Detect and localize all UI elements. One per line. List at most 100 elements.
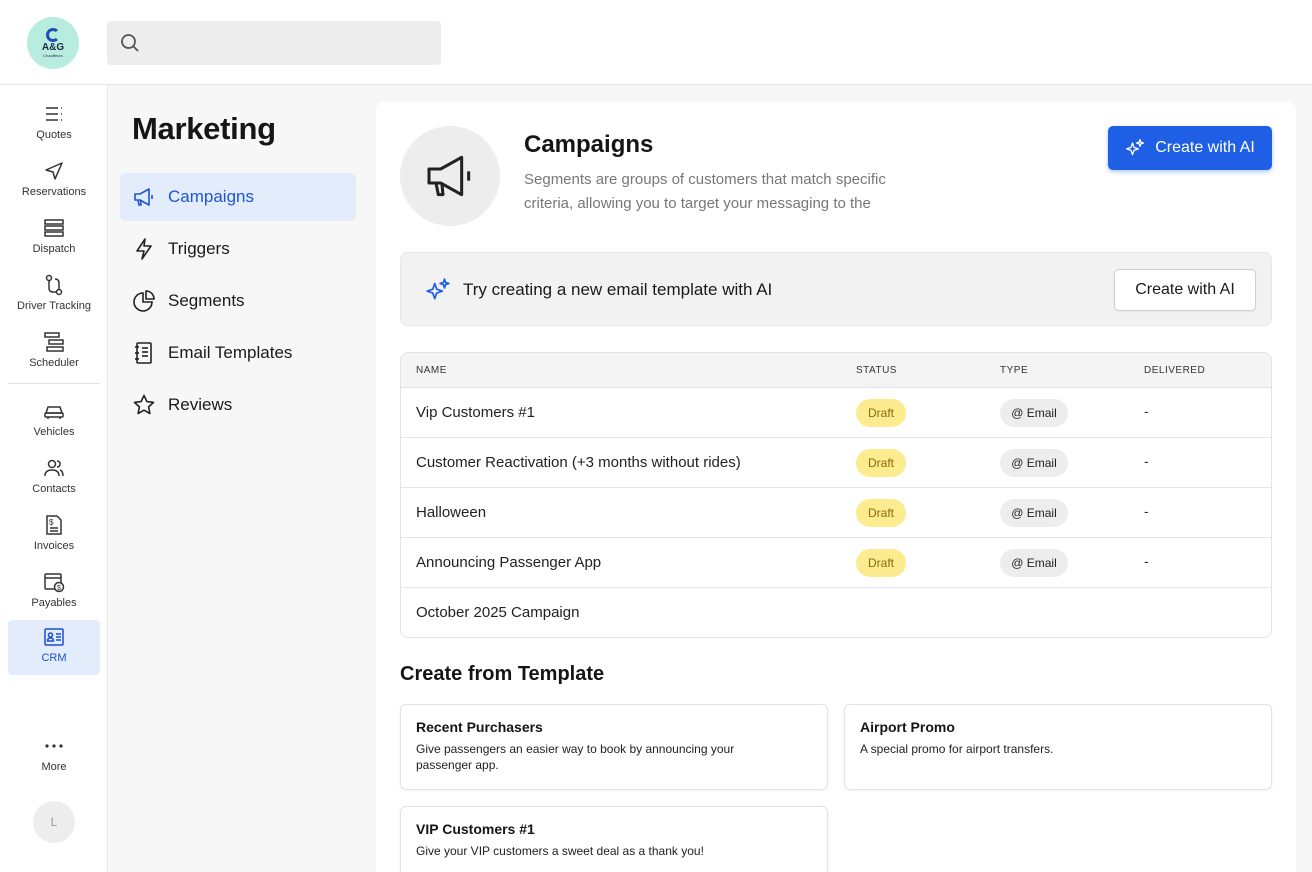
company-logo[interactable]: A&G Chauffeurs bbox=[27, 17, 79, 69]
crm-icon bbox=[44, 628, 64, 646]
subnav-item-label: Reviews bbox=[168, 395, 233, 414]
campaign-name: Customer Reactivation (+3 months without… bbox=[416, 454, 741, 471]
search-icon bbox=[121, 34, 139, 52]
star-icon bbox=[133, 394, 155, 415]
column-header-status[interactable]: STATUS bbox=[856, 365, 897, 376]
send-icon bbox=[45, 162, 63, 180]
rail-item-quotes[interactable]: Quotes bbox=[8, 97, 100, 152]
sparkles-icon bbox=[1126, 139, 1145, 156]
list-icon bbox=[46, 107, 62, 121]
type-badge: @ Email bbox=[1000, 399, 1068, 427]
subnav-item-label: Segments bbox=[168, 291, 245, 310]
status-badge: Draft bbox=[856, 399, 906, 427]
rail-item-label: Payables bbox=[31, 597, 77, 609]
page-title: Marketing bbox=[132, 111, 276, 146]
subnav-item-campaigns[interactable]: Campaigns bbox=[120, 173, 356, 221]
template-card-description: Give your VIP customers a sweet deal as … bbox=[416, 844, 704, 858]
more-icon bbox=[45, 744, 63, 748]
campaigns-table: NAME STATUS TYPE DELIVERED Vip Customers… bbox=[400, 352, 1272, 638]
column-header-name[interactable]: NAME bbox=[416, 365, 447, 376]
section-title: Campaigns bbox=[524, 131, 654, 158]
type-badge: @ Email bbox=[1000, 549, 1068, 577]
rail-item-label: Reservations bbox=[21, 186, 87, 198]
logo-subtext: Chauffeurs bbox=[43, 53, 63, 58]
rail-item-payables[interactable]: $ Payables bbox=[8, 565, 100, 620]
templates-section-title: Create from Template bbox=[400, 663, 605, 685]
left-rail: Quotes Reservations Dispatch Driver Trac… bbox=[0, 85, 108, 872]
template-card-title: Airport Promo bbox=[860, 719, 955, 735]
table-row[interactable]: Announcing Passenger App Draft @ Email - bbox=[401, 538, 1271, 588]
banner-create-with-ai-button[interactable]: Create with AI bbox=[1114, 269, 1256, 311]
status-badge: Draft bbox=[856, 499, 906, 527]
template-card-title: Recent Purchasers bbox=[416, 719, 543, 735]
template-card-airport-promo[interactable]: Airport Promo A special promo for airpor… bbox=[844, 704, 1272, 790]
delivered-value: - bbox=[1144, 553, 1149, 569]
sparkles-icon bbox=[426, 278, 450, 300]
rail-divider bbox=[8, 383, 100, 384]
campaign-name: Announcing Passenger App bbox=[416, 554, 602, 571]
table-header: NAME STATUS TYPE DELIVERED bbox=[401, 353, 1271, 388]
rail-item-label: More bbox=[41, 761, 67, 773]
rail-item-scheduler[interactable]: Scheduler bbox=[8, 325, 100, 380]
subnav-item-email-templates[interactable]: Email Templates bbox=[120, 329, 356, 377]
avatar[interactable]: L bbox=[33, 801, 75, 843]
column-header-delivered[interactable]: DELIVERED bbox=[1144, 365, 1205, 376]
payables-icon: $ bbox=[44, 573, 65, 593]
table-row[interactable]: Customer Reactivation (+3 months without… bbox=[401, 438, 1271, 488]
template-card-recent-purchasers[interactable]: Recent Purchasers Give passengers an eas… bbox=[400, 704, 828, 790]
invoice-icon: $ bbox=[46, 515, 62, 535]
rail-item-label: Scheduler bbox=[29, 357, 79, 369]
delivered-value: - bbox=[1144, 503, 1149, 519]
campaign-name: Vip Customers #1 bbox=[416, 404, 535, 421]
subnav-item-label: Triggers bbox=[168, 239, 230, 258]
rail-item-label: Contacts bbox=[32, 483, 76, 495]
megaphone-icon bbox=[134, 188, 153, 206]
subnav-item-segments[interactable]: Segments bbox=[120, 277, 356, 325]
status-badge: Draft bbox=[856, 549, 906, 577]
rail-item-vehicles[interactable]: Vehicles bbox=[8, 394, 100, 449]
subnav-item-label: Campaigns bbox=[168, 187, 254, 206]
rail-item-invoices[interactable]: $ Invoices bbox=[8, 508, 100, 563]
users-icon bbox=[44, 459, 64, 477]
type-badge: @ Email bbox=[1000, 499, 1068, 527]
template-card-vip-customers[interactable]: VIP Customers #1 Give your VIP customers… bbox=[400, 806, 828, 872]
search-input[interactable] bbox=[107, 21, 441, 65]
subnav-item-reviews[interactable]: Reviews bbox=[120, 381, 356, 429]
rail-item-more[interactable]: More bbox=[8, 729, 100, 784]
pie-chart-icon bbox=[133, 290, 155, 312]
rail-item-driver-tracking[interactable]: Driver Tracking bbox=[8, 268, 100, 323]
section-description: Segments are groups of customers that ma… bbox=[524, 171, 886, 212]
rail-item-label: Vehicles bbox=[33, 426, 75, 438]
stack-icon bbox=[44, 219, 64, 237]
create-with-ai-button[interactable]: Create with AI bbox=[1108, 126, 1272, 170]
type-badge: @ Email bbox=[1000, 449, 1068, 477]
route-icon bbox=[45, 274, 63, 296]
top-bar: A&G Chauffeurs bbox=[0, 0, 1312, 85]
main-panel: Campaigns Segments are groups of custome… bbox=[376, 102, 1296, 872]
subnav-item-triggers[interactable]: Triggers bbox=[120, 225, 356, 273]
rail-item-label: Quotes bbox=[36, 129, 72, 141]
column-header-type[interactable]: TYPE bbox=[1000, 365, 1028, 376]
subnav-item-label: Email Templates bbox=[168, 343, 293, 362]
campaign-name: October 2025 Campaign bbox=[416, 604, 580, 621]
template-card-description: Give passengers an easier way to book by… bbox=[416, 742, 735, 772]
rail-item-dispatch[interactable]: Dispatch bbox=[8, 211, 100, 266]
logo-mark bbox=[46, 28, 60, 42]
ai-banner-text: Try creating a new email template with A… bbox=[463, 280, 773, 299]
table-row[interactable]: October 2025 Campaign bbox=[401, 588, 1271, 637]
car-icon bbox=[44, 406, 64, 419]
table-row[interactable]: Vip Customers #1 Draft @ Email - bbox=[401, 388, 1271, 438]
table-row[interactable]: Halloween Draft @ Email - bbox=[401, 488, 1271, 538]
megaphone-icon bbox=[427, 155, 471, 197]
template-card-title: VIP Customers #1 bbox=[416, 821, 535, 837]
gantt-icon bbox=[44, 332, 64, 352]
rail-item-contacts[interactable]: Contacts bbox=[8, 451, 100, 506]
rail-item-crm[interactable]: CRM bbox=[8, 620, 100, 675]
rail-item-label: Dispatch bbox=[32, 243, 76, 255]
campaign-name: Halloween bbox=[416, 504, 487, 521]
logo-text: A&G bbox=[41, 42, 65, 53]
status-badge: Draft bbox=[856, 449, 906, 477]
rail-item-reservations[interactable]: Reservations bbox=[8, 154, 100, 209]
delivered-value: - bbox=[1144, 403, 1149, 419]
lightning-icon bbox=[136, 238, 152, 260]
